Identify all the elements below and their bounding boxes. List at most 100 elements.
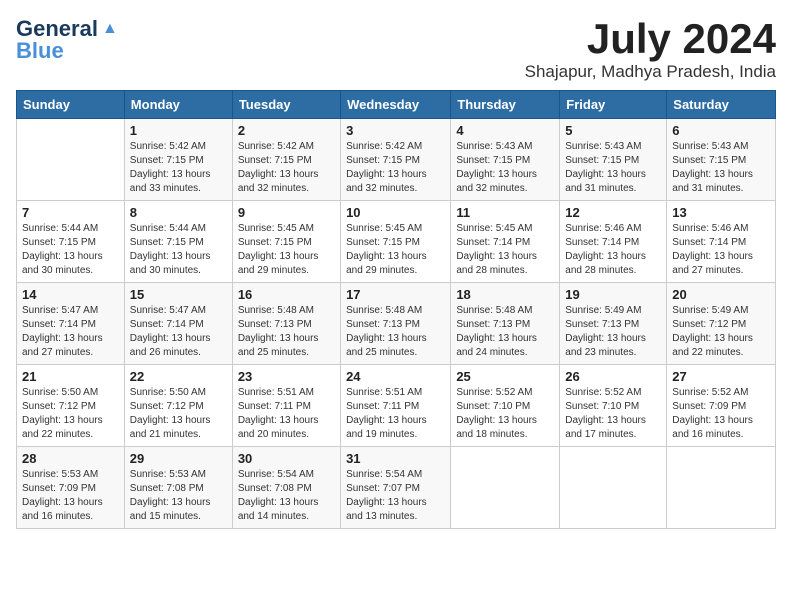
day-number: 18 <box>456 287 554 302</box>
weekday-header-thursday: Thursday <box>451 91 560 119</box>
location-subtitle: Shajapur, Madhya Pradesh, India <box>525 62 776 82</box>
calendar-cell: 4 Sunrise: 5:43 AM Sunset: 7:15 PM Daylig… <box>451 119 560 201</box>
day-info: Sunrise: 5:42 AM Sunset: 7:15 PM Dayligh… <box>346 140 445 196</box>
day-number: 25 <box>456 369 554 384</box>
day-info: Sunrise: 5:52 AM Sunset: 7:10 PM Dayligh… <box>456 386 554 442</box>
weekday-header-friday: Friday <box>560 91 667 119</box>
day-number: 11 <box>456 205 554 220</box>
day-info: Sunrise: 5:47 AM Sunset: 7:14 PM Dayligh… <box>130 304 227 360</box>
day-info: Sunrise: 5:49 AM Sunset: 7:13 PM Dayligh… <box>565 304 661 360</box>
calendar-cell: 2 Sunrise: 5:42 AM Sunset: 7:15 PM Daylig… <box>232 119 340 201</box>
day-number: 16 <box>238 287 335 302</box>
calendar-cell: 23 Sunrise: 5:51 AM Sunset: 7:11 PM Dayli… <box>232 365 340 447</box>
calendar-table: SundayMondayTuesdayWednesdayThursdayFrid… <box>16 90 776 529</box>
day-info: Sunrise: 5:54 AM Sunset: 7:08 PM Dayligh… <box>238 468 335 524</box>
day-info: Sunrise: 5:53 AM Sunset: 7:08 PM Dayligh… <box>130 468 227 524</box>
calendar-cell: 16 Sunrise: 5:48 AM Sunset: 7:13 PM Dayli… <box>232 283 340 365</box>
calendar-cell: 7 Sunrise: 5:44 AM Sunset: 7:15 PM Daylig… <box>17 201 125 283</box>
calendar-cell: 13 Sunrise: 5:46 AM Sunset: 7:14 PM Dayli… <box>667 201 776 283</box>
day-info: Sunrise: 5:48 AM Sunset: 7:13 PM Dayligh… <box>238 304 335 360</box>
day-number: 21 <box>22 369 119 384</box>
day-info: Sunrise: 5:47 AM Sunset: 7:14 PM Dayligh… <box>22 304 119 360</box>
calendar-cell: 24Sunrise: 5:51 AM Sunset: 7:11 PM Dayli… <box>341 365 451 447</box>
calendar-cell: 9Sunrise: 5:45 AM Sunset: 7:15 PM Daylig… <box>232 201 340 283</box>
calendar-week-row: 14 Sunrise: 5:47 AM Sunset: 7:14 PM Dayli… <box>17 283 776 365</box>
weekday-header-monday: Monday <box>124 91 232 119</box>
day-info: Sunrise: 5:45 AM Sunset: 7:15 PM Dayligh… <box>238 222 335 278</box>
calendar-week-row: 28Sunrise: 5:53 AM Sunset: 7:09 PM Dayli… <box>17 447 776 529</box>
calendar-week-row: 1 Sunrise: 5:42 AM Sunset: 7:15 PM Daylig… <box>17 119 776 201</box>
calendar-week-row: 21 Sunrise: 5:50 AM Sunset: 7:12 PM Dayli… <box>17 365 776 447</box>
day-number: 19 <box>565 287 661 302</box>
page-header: General ▲ Blue July 2024 Shajapur, Madhy… <box>16 16 776 82</box>
calendar-cell: 3 Sunrise: 5:42 AM Sunset: 7:15 PM Daylig… <box>341 119 451 201</box>
day-number: 20 <box>672 287 770 302</box>
day-number: 31 <box>346 451 445 466</box>
calendar-cell <box>560 447 667 529</box>
day-number: 13 <box>672 205 770 220</box>
weekday-header-wednesday: Wednesday <box>341 91 451 119</box>
calendar-header-row: SundayMondayTuesdayWednesdayThursdayFrid… <box>17 91 776 119</box>
day-info: Sunrise: 5:51 AM Sunset: 7:11 PM Dayligh… <box>238 386 335 442</box>
day-info: Sunrise: 5:45 AM Sunset: 7:15 PM Dayligh… <box>346 222 445 278</box>
day-info: Sunrise: 5:42 AM Sunset: 7:15 PM Dayligh… <box>238 140 335 196</box>
calendar-cell <box>667 447 776 529</box>
day-info: Sunrise: 5:53 AM Sunset: 7:09 PM Dayligh… <box>22 468 119 524</box>
calendar-cell: 19 Sunrise: 5:49 AM Sunset: 7:13 PM Dayli… <box>560 283 667 365</box>
day-info: Sunrise: 5:48 AM Sunset: 7:13 PM Dayligh… <box>456 304 554 360</box>
title-section: July 2024 Shajapur, Madhya Pradesh, Indi… <box>525 16 776 82</box>
day-info: Sunrise: 5:52 AM Sunset: 7:09 PM Dayligh… <box>672 386 770 442</box>
calendar-cell: 12 Sunrise: 5:46 AM Sunset: 7:14 PM Dayli… <box>560 201 667 283</box>
day-info: Sunrise: 5:46 AM Sunset: 7:14 PM Dayligh… <box>565 222 661 278</box>
calendar-cell: 10 Sunrise: 5:45 AM Sunset: 7:15 PM Dayli… <box>341 201 451 283</box>
calendar-cell: 1 Sunrise: 5:42 AM Sunset: 7:15 PM Daylig… <box>124 119 232 201</box>
calendar-cell: 11 Sunrise: 5:45 AM Sunset: 7:14 PM Dayli… <box>451 201 560 283</box>
calendar-cell: 26Sunrise: 5:52 AM Sunset: 7:10 PM Dayli… <box>560 365 667 447</box>
calendar-cell: 27Sunrise: 5:52 AM Sunset: 7:09 PM Dayli… <box>667 365 776 447</box>
day-number: 1 <box>130 123 227 138</box>
day-number: 10 <box>346 205 445 220</box>
calendar-cell: 30 Sunrise: 5:54 AM Sunset: 7:08 PM Dayli… <box>232 447 340 529</box>
day-number: 17 <box>346 287 445 302</box>
day-number: 30 <box>238 451 335 466</box>
day-number: 14 <box>22 287 119 302</box>
calendar-cell: 8Sunrise: 5:44 AM Sunset: 7:15 PM Daylig… <box>124 201 232 283</box>
day-info: Sunrise: 5:50 AM Sunset: 7:12 PM Dayligh… <box>22 386 119 442</box>
day-number: 12 <box>565 205 661 220</box>
month-year-title: July 2024 <box>525 16 776 62</box>
day-number: 6 <box>672 123 770 138</box>
day-number: 29 <box>130 451 227 466</box>
day-number: 3 <box>346 123 445 138</box>
day-number: 2 <box>238 123 335 138</box>
day-info: Sunrise: 5:45 AM Sunset: 7:14 PM Dayligh… <box>456 222 554 278</box>
day-number: 8 <box>130 205 227 220</box>
day-number: 7 <box>22 205 119 220</box>
day-info: Sunrise: 5:44 AM Sunset: 7:15 PM Dayligh… <box>22 222 119 278</box>
calendar-cell: 15 Sunrise: 5:47 AM Sunset: 7:14 PM Dayli… <box>124 283 232 365</box>
day-info: Sunrise: 5:48 AM Sunset: 7:13 PM Dayligh… <box>346 304 445 360</box>
day-info: Sunrise: 5:43 AM Sunset: 7:15 PM Dayligh… <box>456 140 554 196</box>
calendar-cell: 6 Sunrise: 5:43 AM Sunset: 7:15 PM Daylig… <box>667 119 776 201</box>
weekday-header-saturday: Saturday <box>667 91 776 119</box>
day-number: 23 <box>238 369 335 384</box>
calendar-cell: 21 Sunrise: 5:50 AM Sunset: 7:12 PM Dayli… <box>17 365 125 447</box>
day-number: 4 <box>456 123 554 138</box>
calendar-cell: 28Sunrise: 5:53 AM Sunset: 7:09 PM Dayli… <box>17 447 125 529</box>
day-info: Sunrise: 5:43 AM Sunset: 7:15 PM Dayligh… <box>672 140 770 196</box>
day-info: Sunrise: 5:46 AM Sunset: 7:14 PM Dayligh… <box>672 222 770 278</box>
day-number: 26 <box>565 369 661 384</box>
calendar-cell <box>17 119 125 201</box>
calendar-cell: 29 Sunrise: 5:53 AM Sunset: 7:08 PM Dayli… <box>124 447 232 529</box>
day-info: Sunrise: 5:42 AM Sunset: 7:15 PM Dayligh… <box>130 140 227 196</box>
day-number: 15 <box>130 287 227 302</box>
calendar-cell: 20Sunrise: 5:49 AM Sunset: 7:12 PM Dayli… <box>667 283 776 365</box>
calendar-cell: 31 Sunrise: 5:54 AM Sunset: 7:07 PM Dayli… <box>341 447 451 529</box>
day-info: Sunrise: 5:54 AM Sunset: 7:07 PM Dayligh… <box>346 468 445 524</box>
logo-blue: Blue <box>16 38 64 64</box>
weekday-header-tuesday: Tuesday <box>232 91 340 119</box>
calendar-cell: 18 Sunrise: 5:48 AM Sunset: 7:13 PM Dayli… <box>451 283 560 365</box>
logo-bird-icon: ▲ <box>102 20 118 38</box>
calendar-cell <box>451 447 560 529</box>
day-info: Sunrise: 5:50 AM Sunset: 7:12 PM Dayligh… <box>130 386 227 442</box>
day-number: 5 <box>565 123 661 138</box>
